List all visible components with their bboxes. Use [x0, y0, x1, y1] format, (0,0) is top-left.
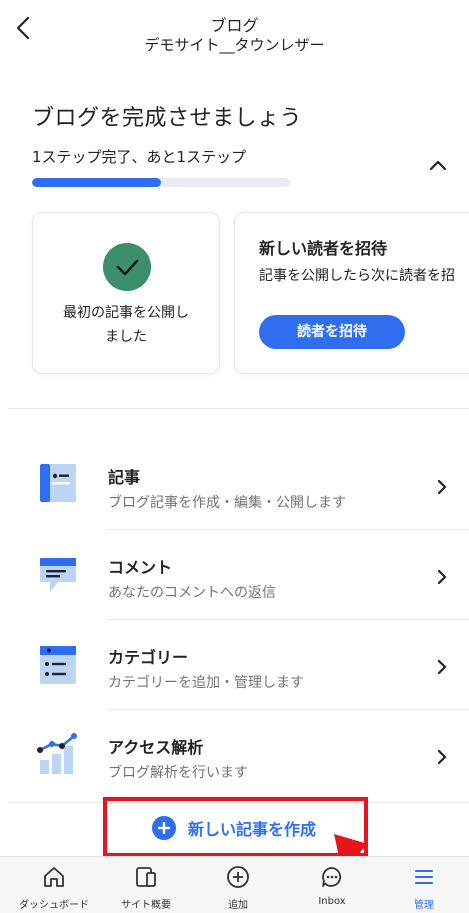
- menu-item-title: アクセス解析: [108, 738, 204, 757]
- analytics-icon: [37, 733, 77, 774]
- invite-card-description: 記事を公開したら次に読者を招: [259, 268, 455, 284]
- bottom-tab-bar: ダッシュボード サイト概要 追加 Inbox 管理: [0, 856, 469, 913]
- chevron-right-icon: [437, 749, 447, 765]
- menu-item-title: カテゴリー: [108, 648, 189, 667]
- invite-readers-card[interactable]: 新しい読者を招待 記事を公開したら次に読者を招 読者を招待: [234, 212, 469, 374]
- tab-label: ダッシュボード: [19, 900, 89, 911]
- tab-label: サイト概要: [121, 900, 171, 911]
- home-icon: [44, 867, 64, 887]
- tab-add[interactable]: 追加: [198, 857, 278, 913]
- section-divider: [8, 408, 469, 409]
- invite-readers-button[interactable]: 読者を招待: [259, 315, 405, 349]
- chevron-up-icon[interactable]: [426, 154, 450, 178]
- menu-item-description: あなたのコメントへの返信: [108, 585, 276, 601]
- menu-icon: [415, 870, 433, 884]
- chevron-right-icon: [437, 659, 447, 675]
- app-header: ブログ デモサイト__タウンレザー: [0, 0, 469, 62]
- tab-label: Inbox: [318, 896, 346, 907]
- menu-item-categories[interactable]: カテゴリー カテゴリーを追加・管理します: [0, 620, 469, 710]
- completed-step-text: 最初の記事を公開し ました: [63, 305, 189, 345]
- tab-site-overview[interactable]: サイト概要: [106, 857, 186, 913]
- menu-item-description: カテゴリーを追加・管理します: [108, 675, 304, 691]
- progress-bar: [32, 178, 290, 187]
- posts-icon: [40, 464, 76, 502]
- menu-item-posts[interactable]: 記事 ブログ記事を作成・編集・公開します: [0, 440, 469, 530]
- tab-label: 管理: [414, 900, 434, 911]
- menu-item-comments[interactable]: コメント あなたのコメントへの返信: [0, 530, 469, 620]
- tab-dashboard[interactable]: ダッシュボード: [14, 857, 94, 913]
- menu-item-description: ブログ記事を作成・編集・公開します: [108, 495, 346, 511]
- categories-icon: [40, 646, 76, 684]
- check-icon: [103, 243, 151, 291]
- annotation-highlight-box: [103, 797, 368, 857]
- menu-item-title: コメント: [108, 558, 173, 577]
- chevron-right-icon: [437, 569, 447, 585]
- completed-step-card[interactable]: 最初の記事を公開し ました: [32, 212, 220, 374]
- site-name: デモサイト__タウンレザー: [144, 36, 325, 54]
- site-overview-icon: [136, 867, 156, 887]
- progress-bar-fill: [32, 178, 161, 187]
- invite-card-title: 新しい読者を招待: [259, 239, 388, 258]
- menu-item-description: ブログ解析を行います: [108, 765, 248, 781]
- inbox-icon: [322, 867, 342, 887]
- progress-heading: ブログを完成させましょう: [32, 106, 303, 131]
- chevron-right-icon: [437, 479, 447, 495]
- menu-item-analytics[interactable]: アクセス解析 ブログ解析を行います: [0, 710, 469, 800]
- tab-manage[interactable]: 管理: [384, 857, 464, 913]
- comments-icon: [40, 558, 76, 592]
- progress-status: 1ステップ完了、あと1ステップ: [32, 148, 247, 166]
- page-title: ブログ: [210, 16, 259, 35]
- menu-item-title: 記事: [108, 468, 141, 487]
- tab-label: 追加: [228, 900, 248, 911]
- tab-inbox[interactable]: Inbox: [292, 857, 372, 913]
- add-icon: [227, 866, 249, 888]
